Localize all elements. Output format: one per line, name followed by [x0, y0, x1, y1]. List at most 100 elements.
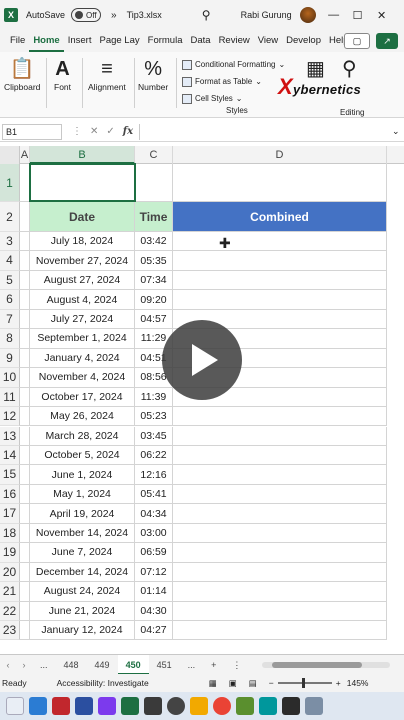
zoom-slider[interactable] [277, 678, 332, 688]
sheet-tab-449[interactable]: 449 [87, 655, 118, 675]
date-cell[interactable]: March 28, 2024 [30, 426, 135, 446]
date-cell[interactable]: July 27, 2024 [30, 309, 135, 330]
time-cell[interactable]: 05:41 [135, 484, 173, 505]
combined-cell[interactable] [173, 232, 387, 252]
column-header-a[interactable]: A [20, 146, 30, 164]
row-header[interactable]: 22 [0, 601, 20, 621]
scrollbar-thumb[interactable] [272, 662, 362, 668]
date-cell[interactable]: November 27, 2024 [30, 251, 135, 271]
avatar[interactable] [299, 7, 316, 23]
accessibility-status[interactable]: Accessibility: Investigate [57, 678, 149, 688]
tab-review[interactable]: Review [215, 30, 254, 52]
add-sheet-button[interactable]: + [203, 655, 224, 675]
time-cell[interactable]: 07:12 [135, 562, 173, 583]
time-cell[interactable]: 04:57 [135, 309, 173, 330]
date-cell[interactable]: October 5, 2024 [30, 445, 135, 466]
cell-a[interactable] [20, 202, 30, 232]
row-header[interactable]: 8 [0, 329, 20, 349]
share-button[interactable]: ↗ [376, 33, 398, 49]
page-break-view-icon[interactable]: ▤ [249, 678, 257, 689]
row-header[interactable]: 13 [0, 426, 20, 446]
tab-view[interactable]: View [254, 30, 282, 52]
file-explorer-icon[interactable] [6, 697, 24, 715]
conditional-formatting-button[interactable]: Conditional Formatting ⌄ [182, 56, 300, 73]
combined-cell[interactable] [173, 582, 387, 602]
worksheet-grid[interactable]: A B C D 1 2 Date Time Combined 3 July 18, 2024… [0, 146, 404, 654]
app-icon[interactable] [190, 697, 208, 715]
time-cell[interactable]: 06:22 [135, 445, 173, 466]
time-cell[interactable]: 03:00 [135, 523, 173, 544]
sheet-tab-448[interactable]: 448 [56, 655, 87, 675]
time-cell[interactable]: 04:34 [135, 504, 173, 524]
arduino-icon[interactable] [259, 697, 277, 715]
row-header[interactable]: 2 [0, 202, 20, 232]
cell-c1[interactable] [135, 164, 173, 202]
date-header[interactable]: Date [30, 202, 135, 232]
more-sheets-right[interactable]: ... [180, 655, 204, 675]
expand-formula-bar-icon[interactable]: ⌄ [392, 126, 404, 137]
tab-page-layout[interactable]: Page Lay [95, 30, 143, 52]
combined-cell[interactable] [173, 562, 387, 583]
autosave-toggle[interactable]: Off [71, 8, 102, 22]
time-cell[interactable]: 07:34 [135, 270, 173, 291]
time-cell[interactable]: 03:45 [135, 426, 173, 446]
app-icon[interactable] [236, 697, 254, 715]
sheet-options-icon[interactable]: ⋮ [224, 655, 249, 675]
date-cell[interactable]: August 24, 2024 [30, 582, 135, 602]
cell-a[interactable] [20, 504, 30, 524]
column-header-b[interactable]: B [30, 146, 135, 164]
cell-a[interactable] [20, 329, 30, 349]
cell-a[interactable] [20, 523, 30, 544]
minimize-button[interactable]: — [328, 9, 340, 21]
date-cell[interactable]: December 14, 2024 [30, 562, 135, 583]
row-header[interactable]: 15 [0, 465, 20, 485]
row-header[interactable]: 11 [0, 387, 20, 408]
date-cell[interactable]: August 27, 2024 [30, 270, 135, 291]
date-cell[interactable]: May 1, 2024 [30, 484, 135, 505]
cell-a[interactable] [20, 582, 30, 602]
time-cell[interactable]: 11:39 [135, 387, 173, 408]
more-commands-icon[interactable]: » [111, 10, 117, 21]
clipboard-group[interactable]: 📋 Clipboard [4, 56, 40, 92]
row-header[interactable]: 9 [0, 348, 20, 369]
name-box[interactable]: B1 [2, 123, 62, 140]
date-cell[interactable]: September 1, 2024 [30, 329, 135, 349]
date-cell[interactable]: November 14, 2024 [30, 523, 135, 544]
row-header[interactable]: 4 [0, 251, 20, 271]
zoom-level[interactable]: 145% [347, 678, 369, 688]
time-cell[interactable]: 12:16 [135, 465, 173, 485]
prev-sheet-icon[interactable]: ‹ [0, 660, 16, 670]
combined-cell[interactable] [173, 523, 387, 544]
cell-a[interactable] [20, 484, 30, 505]
combined-cell[interactable] [173, 251, 387, 271]
cell-a[interactable] [20, 270, 30, 291]
file-name[interactable]: Tip3.xlsx [127, 10, 162, 20]
combined-cell[interactable] [173, 621, 387, 641]
row-header[interactable]: 23 [0, 621, 20, 641]
select-all-button[interactable] [0, 146, 20, 164]
zoom-in-icon[interactable]: + [336, 678, 341, 688]
filezilla-icon[interactable] [52, 697, 70, 715]
row-header[interactable]: 16 [0, 484, 20, 505]
combined-cell[interactable] [173, 543, 387, 563]
obs-icon[interactable] [167, 697, 185, 715]
page-layout-view-icon[interactable]: ▣ [229, 678, 237, 689]
time-cell[interactable]: 04:27 [135, 621, 173, 641]
video-editor-icon[interactable] [98, 697, 116, 715]
maximize-button[interactable]: ☐ [352, 9, 364, 22]
combined-cell[interactable] [173, 484, 387, 505]
row-header[interactable]: 19 [0, 543, 20, 563]
cell-a[interactable] [20, 309, 30, 330]
cell-a[interactable] [20, 621, 30, 641]
cell-a[interactable] [20, 368, 30, 388]
normal-view-icon[interactable]: ▦ [209, 678, 217, 689]
row-header[interactable]: 12 [0, 407, 20, 427]
time-cell[interactable]: 05:35 [135, 251, 173, 271]
combined-cell[interactable] [173, 290, 387, 310]
row-header[interactable]: 10 [0, 368, 20, 388]
date-cell[interactable]: August 4, 2024 [30, 290, 135, 310]
tab-developer[interactable]: Develop [282, 30, 325, 52]
row-header[interactable]: 18 [0, 523, 20, 544]
search-icon[interactable]: ⚲ [202, 8, 211, 22]
terminal-icon[interactable] [144, 697, 162, 715]
